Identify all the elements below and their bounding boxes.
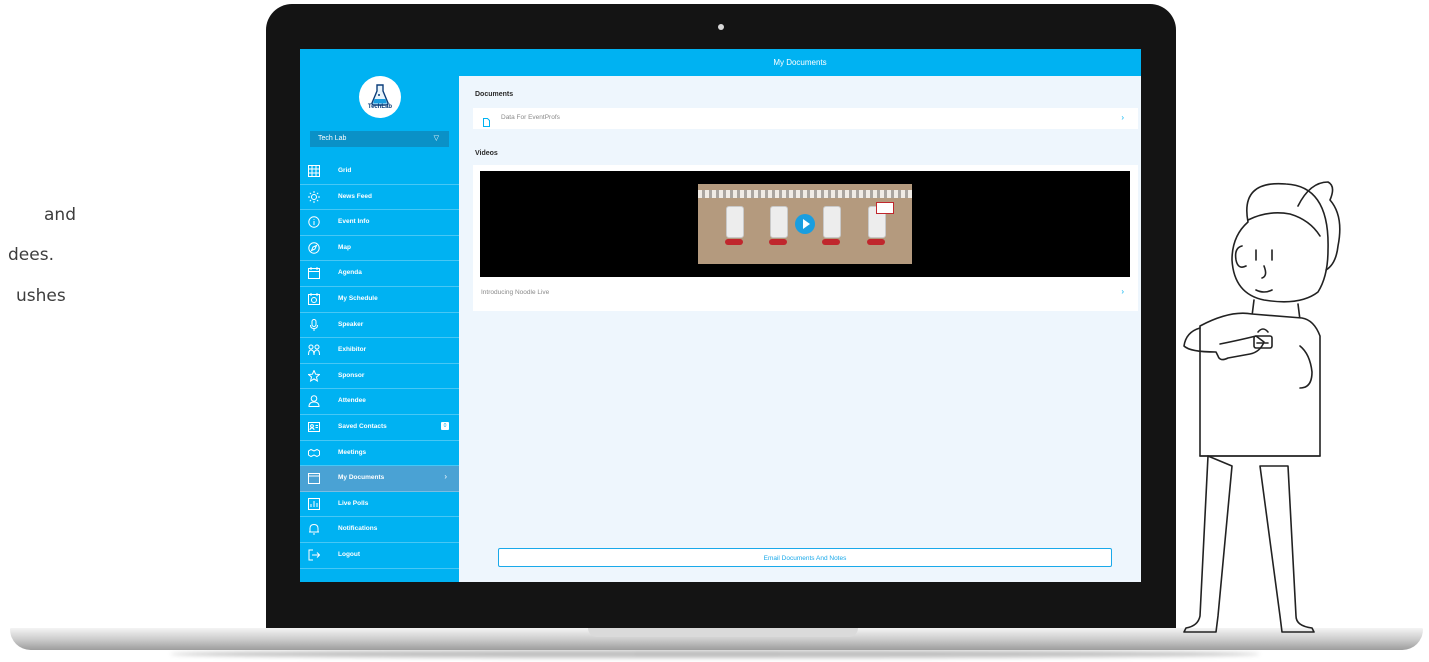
sidebar-item-attendee[interactable]: Attendee (300, 389, 459, 415)
marketing-line-3: ushes (16, 286, 66, 306)
star-icon (308, 369, 320, 382)
sidebar-item-label: Logout (338, 550, 361, 558)
sidebar-item-label: Meetings (338, 448, 367, 456)
info-icon (308, 216, 320, 228)
sidebar-item-sponsor[interactable]: Sponsor (300, 364, 459, 390)
sidebar-item-live-polls[interactable]: Live Polls (300, 492, 459, 518)
sidebar-item-label: Attendee (338, 397, 366, 405)
sidebar-item-label: Live Polls (338, 499, 369, 507)
sidebar-item-label: Notifications (338, 525, 378, 533)
email-documents-button[interactable]: Email Documents And Notes (498, 548, 1112, 567)
logo-text: TechLab (367, 104, 393, 110)
video-player[interactable] (480, 171, 1130, 277)
sidebar-item-event-info[interactable]: Event Info (300, 210, 459, 236)
sidebar-item-meetings[interactable]: Meetings (300, 441, 459, 467)
sidebar-item-label: Event Info (338, 218, 370, 226)
chevron-right-icon: › (1121, 113, 1124, 122)
folder-icon (308, 472, 320, 485)
handshake-icon (308, 447, 320, 459)
schedule-icon (308, 292, 320, 305)
chevron-right-icon: › (444, 472, 447, 482)
sidebar-item-grid[interactable]: Grid (300, 159, 459, 185)
sidebar-item-logout[interactable]: Logout (300, 543, 459, 569)
sidebar-item-label: My Documents (338, 474, 385, 482)
event-selector-label: Tech Lab (318, 135, 347, 142)
sidebar-item-label: Saved Contacts (338, 422, 387, 430)
sidebar-item-speaker[interactable]: Speaker (300, 313, 459, 339)
poll-icon (308, 497, 320, 510)
sidebar-item-label: Agenda (338, 269, 362, 277)
sidebar-item-label: Exhibitor (338, 346, 367, 354)
sidebar-item-label: Grid (338, 167, 352, 174)
documents-section-title: Documents (475, 91, 514, 98)
marketing-line-2: dees. (8, 245, 54, 265)
bell-icon (308, 523, 320, 535)
marketing-line-1: and (44, 205, 76, 225)
contacts-count-badge: 0 (441, 421, 449, 430)
thumbnail-shoe (867, 239, 885, 245)
play-icon[interactable] (795, 214, 815, 234)
compass-icon (308, 242, 320, 254)
exhibitor-icon (308, 344, 320, 356)
video-thumbnail (698, 184, 912, 264)
thumbnail-banner (698, 190, 912, 198)
person-icon (308, 395, 320, 408)
thumbnail-shoe (769, 239, 787, 245)
sidebar-item-my-documents[interactable]: My Documents › (300, 466, 459, 492)
grid-icon (308, 165, 320, 177)
document-icon (483, 114, 490, 132)
sidebar-item-notifications[interactable]: Notifications (300, 517, 459, 543)
sidebar-item-saved-contacts[interactable]: Saved Contacts 0 (300, 415, 459, 441)
microphone-icon (308, 318, 320, 331)
sidebar: TechLab Tech Lab ▽ Grid News Feed Event … (300, 49, 459, 582)
sidebar-item-my-schedule[interactable]: My Schedule (300, 287, 459, 313)
thumbnail-flag (876, 202, 894, 214)
thumbnail-figure (770, 206, 788, 238)
thumbnail-figure (726, 206, 744, 238)
sidebar-item-label: Speaker (338, 320, 364, 328)
laptop-notch (588, 628, 858, 637)
app-screen: TechLab Tech Lab ▽ Grid News Feed Event … (300, 49, 1141, 582)
contact-card-icon (308, 421, 320, 433)
document-item[interactable]: Data For EventProfs › (473, 108, 1138, 129)
video-item[interactable]: Introducing Noodle Live › (473, 165, 1138, 311)
sidebar-item-label: Sponsor (338, 371, 365, 379)
thumbnail-figure (823, 206, 841, 238)
document-title: Data For EventProfs (501, 114, 560, 121)
chevron-right-icon: › (1121, 287, 1124, 296)
app-logo: TechLab (359, 76, 401, 118)
logout-icon (308, 549, 320, 561)
sun-icon (308, 190, 320, 203)
videos-section-title: Videos (475, 150, 498, 157)
thumbnail-shoe (822, 239, 840, 245)
sidebar-menu: Grid News Feed Event Info Map Agenda My … (300, 159, 459, 569)
sidebar-item-news-feed[interactable]: News Feed (300, 185, 459, 211)
sidebar-item-label: News Feed (338, 192, 372, 200)
sidebar-item-map[interactable]: Map (300, 236, 459, 262)
event-selector[interactable]: Tech Lab ▽ (310, 131, 449, 147)
webcam-dot (718, 24, 724, 30)
laptop-shadow (170, 650, 1260, 658)
thumbnail-shoe (725, 239, 743, 245)
sidebar-item-agenda[interactable]: Agenda (300, 261, 459, 287)
character-illustration-icon (1183, 181, 1341, 633)
chevron-down-icon: ▽ (433, 135, 439, 142)
page-title: My Documents (459, 49, 1141, 76)
sidebar-item-exhibitor[interactable]: Exhibitor (300, 338, 459, 364)
sidebar-item-label: My Schedule (338, 294, 378, 302)
calendar-icon (308, 267, 320, 280)
sidebar-item-label: Map (338, 243, 351, 251)
flask-icon (371, 84, 389, 106)
video-title: Introducing Noodle Live (481, 289, 550, 296)
